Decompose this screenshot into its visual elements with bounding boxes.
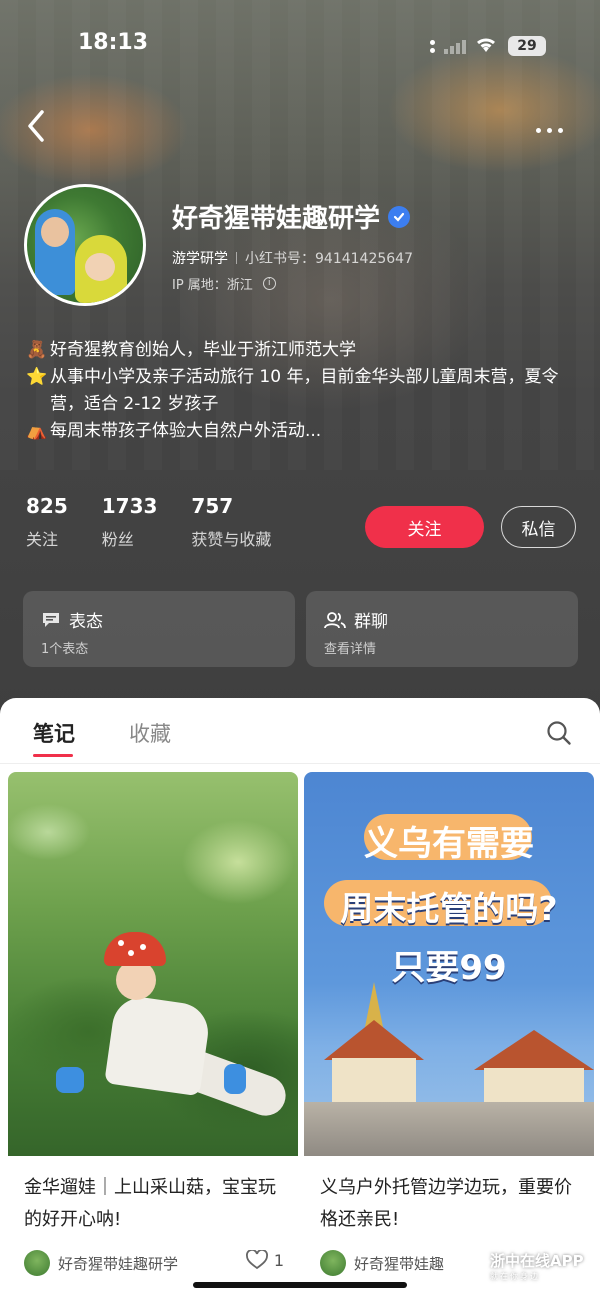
ip-location: IP 属地：浙江 — [172, 278, 253, 293]
watermark-logo: 浙中在线APP 就在你身边 — [452, 1250, 584, 1282]
heart-icon — [245, 1250, 268, 1270]
stat-label: 关注 — [26, 530, 59, 549]
signal-dots-icon — [430, 40, 438, 54]
profile-name-text: 好奇猩带娃趣研学 — [172, 204, 381, 234]
tab-notes[interactable]: 笔记 — [33, 718, 75, 748]
note-author[interactable]: 好奇猩带娃趣 — [320, 1250, 444, 1276]
watermark-sub: 就在你身边 — [490, 1272, 540, 1281]
card-title: 表态 — [41, 607, 103, 632]
stat-label: 粉丝 — [101, 530, 134, 549]
note-author[interactable]: 好奇猩带娃趣研学 — [24, 1250, 178, 1276]
card-title: 群聊 — [324, 607, 388, 632]
poster-line: 周末托管的吗? — [340, 889, 558, 928]
star-emoji-icon: ⭐ — [26, 367, 48, 387]
stat-value: 757 — [191, 494, 234, 518]
content-sheet: 笔记 收藏 金华遛娃｜上山采山菇，宝宝玩的好开心呐! 好奇猩带娃趣研学 1 义乌… — [0, 698, 600, 1301]
stat-following[interactable]: 825 关注 — [26, 494, 68, 550]
profile-stats: 825 关注 1733 粉丝 757 获赞与收藏 — [26, 494, 271, 550]
battery-icon: 29 — [508, 36, 546, 56]
chat-bubble-icon — [43, 612, 59, 627]
bio-line: ⛺ 每周末带孩子体验大自然户外活动... — [26, 418, 566, 445]
reactions-card[interactable]: 表态 1个表态 — [23, 591, 295, 667]
info-icon[interactable]: i — [262, 277, 276, 290]
verified-badge-icon — [388, 205, 411, 228]
message-button[interactable]: 私信 — [501, 506, 576, 548]
divider — [236, 252, 237, 264]
stat-label: 获赞与收藏 — [191, 530, 272, 549]
status-time: 18:13 — [78, 30, 149, 55]
group-icon — [324, 611, 346, 628]
stat-followers[interactable]: 1733 粉丝 — [102, 494, 158, 550]
profile-tag[interactable]: 游学研学 — [172, 248, 228, 268]
tab-favorites[interactable]: 收藏 — [129, 718, 171, 748]
status-bar: 18:13 29 — [0, 30, 600, 62]
group-chat-card[interactable]: 群聊 查看详情 — [306, 591, 578, 667]
follow-button[interactable]: 关注 — [365, 506, 484, 548]
profile-name: 好奇猩带娃趣研学 — [172, 198, 411, 235]
stat-likes[interactable]: 757 获赞与收藏 — [191, 494, 271, 550]
note-card[interactable]: 金华遛娃｜上山采山菇，宝宝玩的好开心呐! 好奇猩带娃趣研学 1 — [8, 772, 298, 1301]
avatar[interactable] — [24, 184, 146, 306]
card-subtitle: 1个表态 — [41, 642, 89, 657]
tent-emoji-icon: ⛺ — [26, 421, 48, 441]
watermark-logo-icon — [452, 1250, 484, 1282]
profile-bio: 🧸 好奇猩教育创始人，毕业于浙江师范大学 ⭐ 从事中小学及亲子活动旅行 10 年… — [26, 337, 566, 445]
bio-line: 🧸 好奇猩教育创始人，毕业于浙江师范大学 — [26, 337, 566, 364]
card-title-text: 表态 — [69, 612, 103, 632]
poster-line: 义乌有需要 — [364, 824, 534, 864]
bio-line: ⭐ 从事中小学及亲子活动旅行 10 年，目前金华头部儿童周末营，夏令营，适合 2… — [26, 364, 566, 418]
stat-value: 1733 — [101, 494, 158, 518]
author-avatar — [24, 1250, 50, 1276]
author-name: 好奇猩带娃趣研学 — [58, 1254, 179, 1273]
tab-bar: 笔记 收藏 — [0, 698, 600, 764]
note-cover-image[interactable] — [8, 772, 298, 1156]
watermark-name: 浙中在线APP — [490, 1252, 584, 1270]
note-card[interactable]: 义乌有需要 周末托管的吗? 只要99 义乌户外托管边学边玩，重要价格还亲民! 好… — [304, 772, 594, 1301]
cell-signal-icon — [444, 38, 468, 54]
card-title-text: 群聊 — [354, 612, 388, 632]
profile-header: 18:13 29 好奇猩带娃趣研学 游学研学 小红书号：94141425647 … — [0, 0, 600, 720]
card-subtitle: 查看详情 — [324, 642, 377, 657]
note-likes[interactable]: 1 — [245, 1250, 284, 1270]
author-avatar — [320, 1250, 346, 1276]
back-arrow-icon[interactable] — [22, 108, 52, 144]
bio-text: 从事中小学及亲子活动旅行 10 年，目前金华头部儿童周末营，夏令营，适合 2-1… — [50, 367, 559, 414]
author-name: 好奇猩带娃趣 — [354, 1254, 445, 1273]
profile-meta: 游学研学 小红书号：94141425647 — [172, 248, 413, 268]
bio-text: 每周末带孩子体验大自然户外活动... — [50, 421, 322, 441]
account-id: 小红书号：94141425647 — [245, 251, 413, 267]
active-tab-indicator — [33, 754, 73, 757]
bear-emoji-icon: 🧸 — [26, 340, 48, 360]
note-caption: 义乌户外托管边学边玩，重要价格还亲民! — [320, 1177, 572, 1230]
stat-value: 825 — [26, 494, 68, 518]
search-icon[interactable] — [546, 720, 572, 746]
note-cover-image[interactable]: 义乌有需要 周末托管的吗? 只要99 — [304, 772, 594, 1156]
wifi-icon — [477, 38, 495, 52]
home-indicator — [193, 1282, 407, 1288]
bio-text: 好奇猩教育创始人，毕业于浙江师范大学 — [50, 340, 356, 360]
more-options-icon[interactable] — [536, 118, 572, 133]
like-count: 1 — [273, 1250, 284, 1270]
note-caption: 金华遛娃｜上山采山菇，宝宝玩的好开心呐! — [24, 1177, 276, 1230]
poster-line: 只要99 — [391, 948, 507, 988]
ip-location-row: IP 属地：浙江 i — [172, 274, 276, 293]
